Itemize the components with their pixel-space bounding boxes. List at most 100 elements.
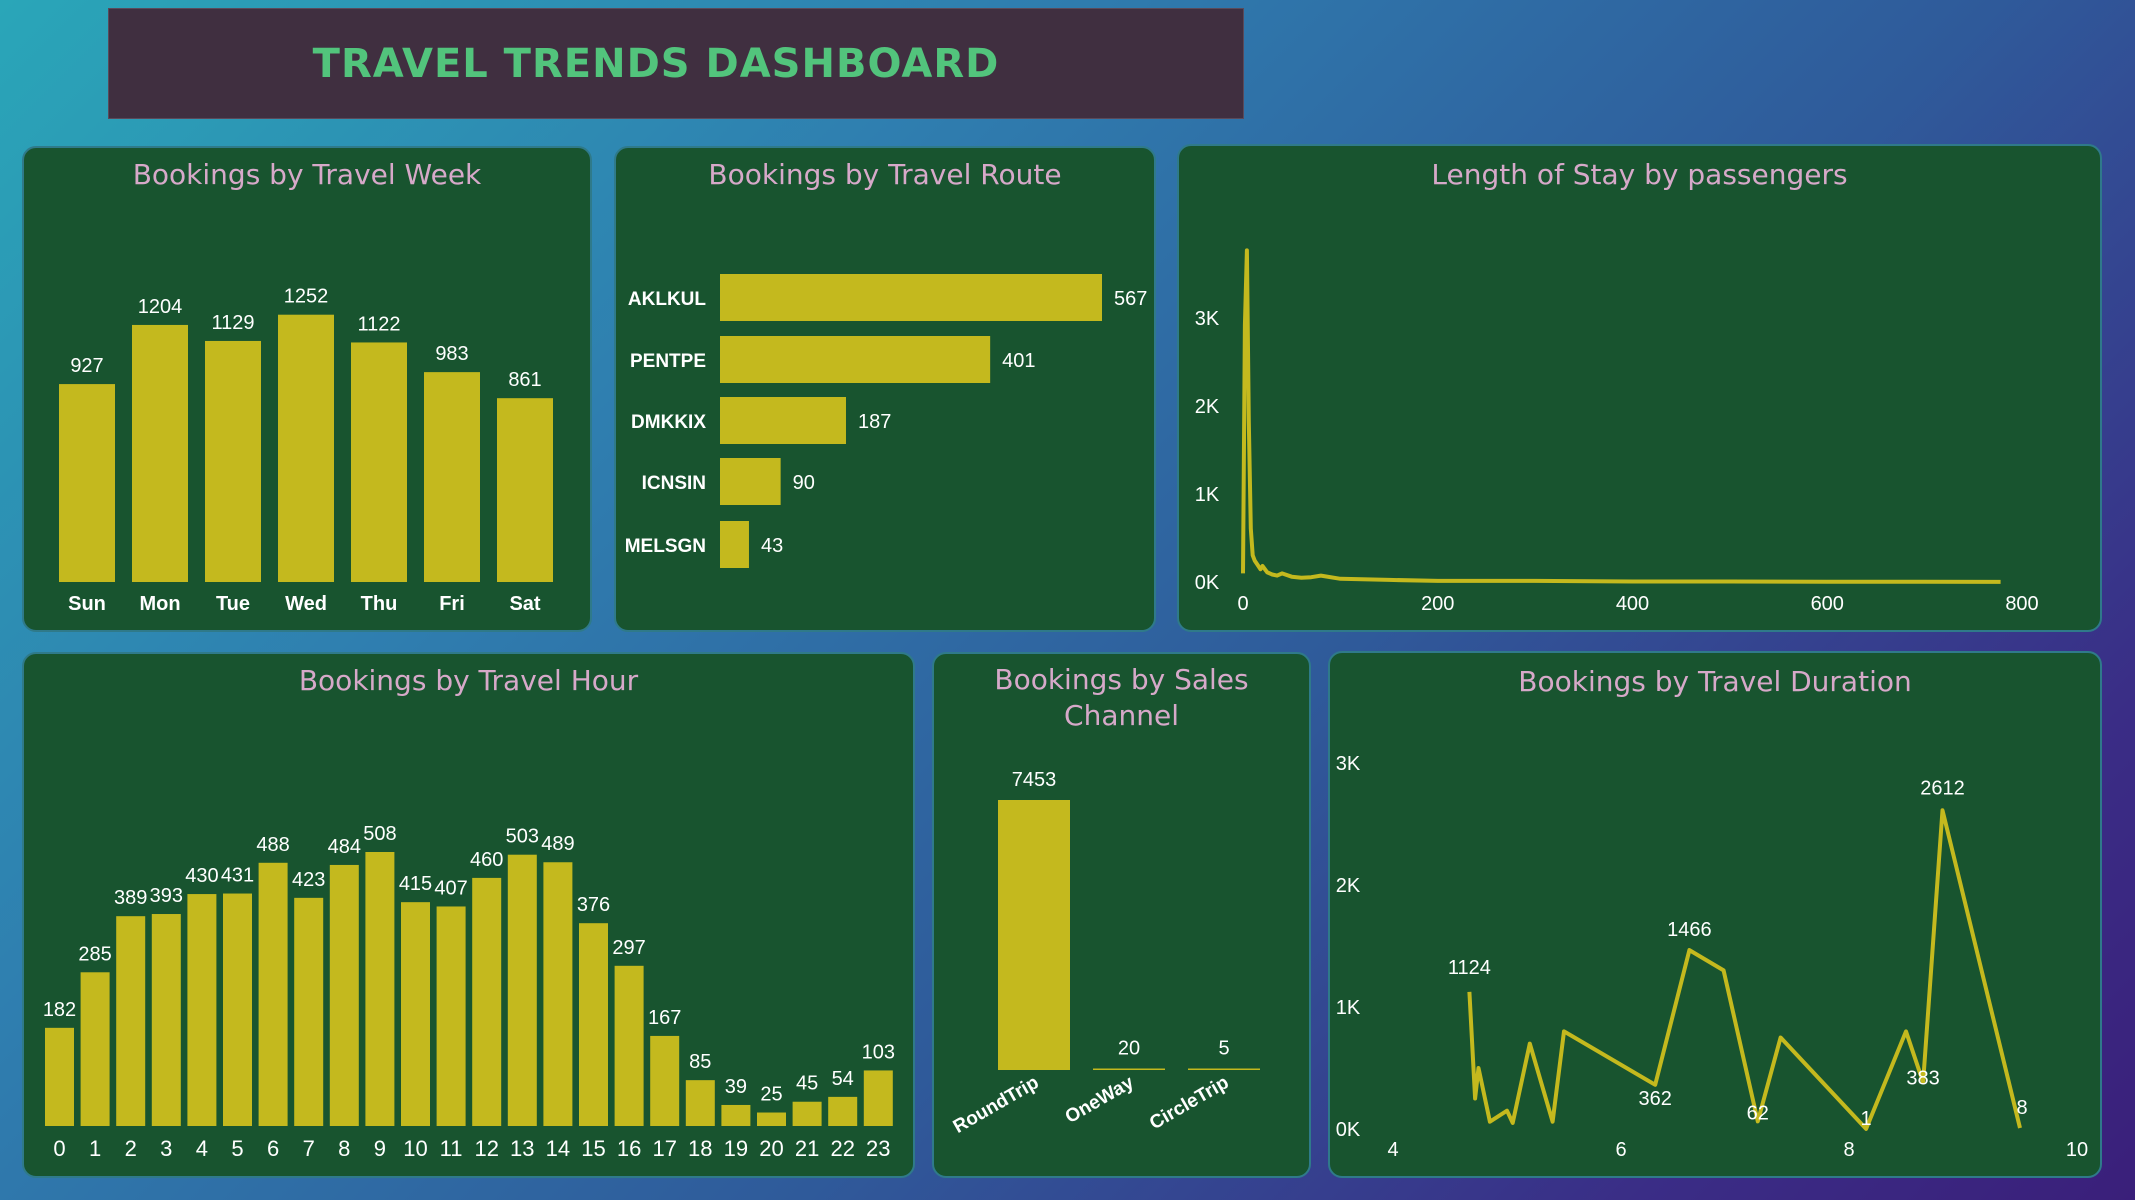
tick-label-route-AKLKUL: AKLKUL: [628, 289, 706, 310]
bar-hour-0[interactable]: [45, 1027, 74, 1126]
data-label-duration: 1124: [1448, 957, 1491, 979]
bar-week-Thu[interactable]: [351, 342, 407, 582]
bar-hour-21[interactable]: [792, 1101, 822, 1126]
bar-channel-OneWay[interactable]: [1093, 1068, 1165, 1071]
bar-hour-4[interactable]: [187, 894, 217, 1126]
tick-label-hour-17: 17: [652, 1136, 676, 1161]
x-tick-label-stay: 400: [1616, 593, 1649, 615]
data-label-hour-8: 484: [328, 836, 361, 858]
tick-label-hour-16: 16: [617, 1136, 641, 1161]
data-label-hour-14: 489: [541, 833, 574, 855]
panel-sales-channel[interactable]: Bookings by Sales Channel 7453 RoundTrip 2…: [932, 652, 1311, 1178]
bar-hour-16[interactable]: [614, 965, 644, 1126]
bar-week-Wed[interactable]: [278, 314, 334, 582]
data-label-route-MELSGN: 43: [761, 535, 783, 557]
chart-travel-hour: 1820285138923933430443154886423748485089…: [43, 823, 895, 1161]
bar-channel-CircleTrip[interactable]: [1188, 1068, 1260, 1071]
x-tick-label-duration: 6: [1615, 1139, 1626, 1161]
bar-week-Sat[interactable]: [497, 398, 553, 582]
panel-travel-hour[interactable]: Bookings by Travel Hour 182 0 285 1 389 2 393 3…: [22, 652, 915, 1178]
bar-hour-20[interactable]: [757, 1112, 786, 1126]
panel-travel-duration[interactable]: Bookings by Travel Duration 0K 1K 2K 3K 4 6 8 1…: [1328, 651, 2102, 1178]
bar-route-DMKKIX[interactable]: [720, 397, 846, 444]
bar-hour-6[interactable]: [258, 862, 288, 1126]
bar-route-MELSGN[interactable]: [720, 521, 749, 568]
bar-hour-5[interactable]: [223, 893, 252, 1126]
x-tick-label-stay: 0: [1237, 593, 1248, 615]
tick-label-hour-21: 21: [795, 1136, 819, 1161]
bar-week-Tue[interactable]: [205, 340, 261, 582]
bar-route-AKLKUL[interactable]: [720, 274, 1102, 321]
tick-label-week-Fri: Fri: [439, 593, 465, 615]
y-tick-label-duration: 0K: [1336, 1119, 1361, 1141]
tick-label-hour-19: 19: [724, 1136, 748, 1161]
panel-travel-week[interactable]: Bookings by Travel Week 927 Sun 1204 Mon 112…: [22, 146, 592, 632]
tick-label-hour-1: 1: [89, 1136, 101, 1161]
tick-label-route-MELSGN: MELSGN: [625, 536, 706, 557]
bar-hour-19[interactable]: [721, 1104, 751, 1126]
tick-label-hour-5: 5: [231, 1136, 243, 1161]
tick-label-route-ICNSIN: ICNSIN: [642, 473, 706, 494]
tick-label-hour-22: 22: [830, 1136, 854, 1161]
bar-hour-3[interactable]: [151, 914, 181, 1126]
data-label-week-Sun: 927: [70, 355, 103, 377]
bar-hour-8[interactable]: [329, 864, 359, 1126]
bar-route-ICNSIN[interactable]: [720, 458, 781, 505]
series-line-length-of-stay[interactable]: [1241, 248, 2001, 584]
bar-hour-11[interactable]: [436, 906, 466, 1126]
data-label-hour-22: 54: [832, 1068, 854, 1090]
bar-hour-1[interactable]: [80, 972, 110, 1126]
data-label-hour-5: 431: [221, 865, 254, 887]
data-label-channel-RoundTrip: 7453: [1012, 769, 1057, 791]
bar-hour-18[interactable]: [685, 1080, 715, 1126]
dashboard-title: TRAVEL TRENDS DASHBOARD: [312, 40, 1000, 87]
tick-label-hour-0: 0: [53, 1136, 65, 1161]
bar-hour-12[interactable]: [472, 877, 502, 1126]
bar-hour-23[interactable]: [863, 1070, 893, 1126]
bar-week-Mon[interactable]: [132, 324, 188, 582]
x-tick-label-duration: 8: [1843, 1139, 1854, 1161]
y-tick-label-duration: 3K: [1336, 753, 1361, 775]
x-tick-label-duration: 10: [2066, 1139, 2088, 1161]
data-label-hour-16: 297: [612, 937, 645, 959]
tick-label-hour-15: 15: [581, 1136, 605, 1161]
tick-label-hour-9: 9: [374, 1136, 386, 1161]
bar-hour-13[interactable]: [507, 854, 537, 1126]
bar-hour-7[interactable]: [294, 897, 324, 1126]
data-label-hour-19: 39: [725, 1076, 747, 1098]
bar-hour-2[interactable]: [116, 916, 146, 1126]
bar-hour-17[interactable]: [650, 1035, 680, 1126]
x-tick-label-stay: 800: [2005, 593, 2038, 615]
data-label-week-Wed: 1252: [284, 286, 329, 308]
tick-label-hour-13: 13: [510, 1136, 534, 1161]
chart-sales-channel: 7453 RoundTrip 20 OneWay 5 CircleTrip: [950, 769, 1260, 1138]
data-label-duration: 383: [1906, 1067, 1939, 1089]
data-label-duration: 8: [2016, 1097, 2027, 1119]
data-label-hour-4: 430: [185, 865, 218, 887]
y-tick-label-stay: 0K: [1195, 572, 1220, 594]
bar-week-Fri[interactable]: [424, 372, 480, 582]
panel-travel-route[interactable]: Bookings by Travel Route AKLKUL 567 PENTPE…: [614, 146, 1156, 632]
data-label-hour-2: 389: [114, 887, 147, 909]
tick-label-hour-8: 8: [338, 1136, 350, 1161]
data-label-hour-17: 167: [648, 1007, 681, 1029]
data-label-hour-10: 415: [399, 873, 432, 895]
tick-label-channel-OneWay: OneWay: [1062, 1072, 1138, 1128]
data-label-route-AKLKUL: 567: [1114, 288, 1147, 310]
data-label-hour-1: 285: [78, 943, 111, 965]
bar-hour-15[interactable]: [579, 923, 608, 1126]
data-label-hour-11: 407: [434, 877, 467, 899]
bar-hour-10[interactable]: [401, 902, 430, 1126]
data-label-duration: 362: [1639, 1088, 1672, 1110]
data-label-hour-12: 460: [470, 849, 503, 871]
data-label-hour-0: 182: [43, 999, 76, 1021]
bar-hour-22[interactable]: [828, 1096, 858, 1126]
bar-week-Sun[interactable]: [59, 384, 115, 582]
bar-channel-RoundTrip[interactable]: [998, 800, 1070, 1070]
bar-hour-14[interactable]: [543, 862, 573, 1126]
bar-route-PENTPE[interactable]: [720, 336, 991, 383]
data-label-route-ICNSIN: 90: [793, 472, 815, 494]
panel-length-of-stay[interactable]: Length of Stay by passengers 0K 1K 2K 3K 0 20…: [1177, 144, 2102, 632]
tick-label-hour-7: 7: [303, 1136, 315, 1161]
bar-hour-9[interactable]: [365, 852, 395, 1126]
